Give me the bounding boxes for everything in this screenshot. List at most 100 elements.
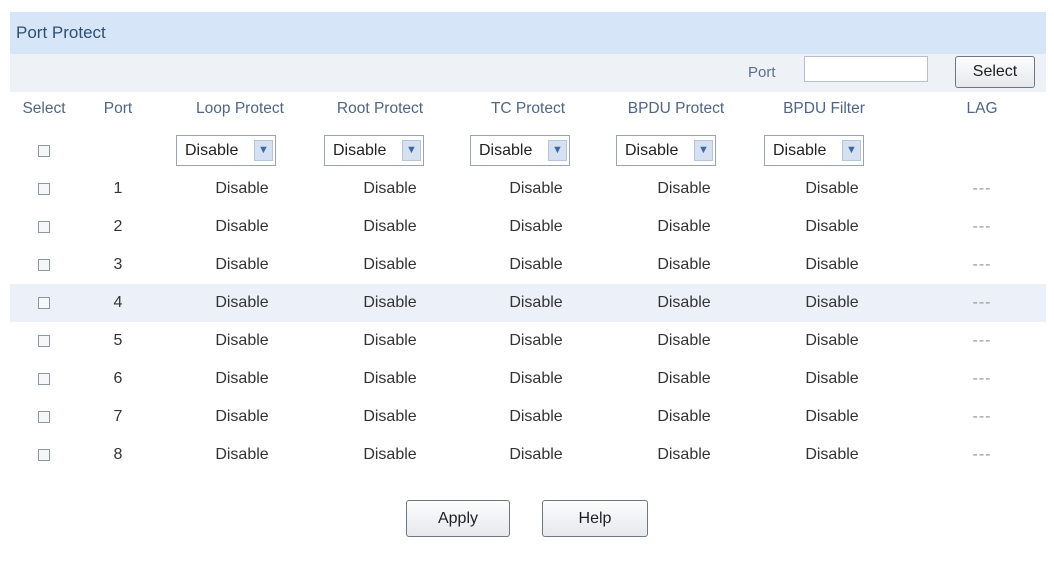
bpdu-protect-value: Disable	[657, 446, 711, 463]
bpdu-filter-value: Disable	[805, 218, 859, 235]
header-tc-protect: TC Protect	[490, 100, 566, 117]
panel-title: Port Protect	[10, 12, 1046, 54]
loop-protect-value: Disable	[215, 294, 269, 311]
batch-config-row: Disable ▼ Disable ▼ Disable ▼ Disable ▼ …	[10, 132, 1046, 170]
root-protect-value: Disable	[363, 332, 417, 349]
row-select-checkbox[interactable]	[38, 335, 50, 347]
port-table-body: 1 Disable Disable Disable Disable Disable --- 2…	[10, 170, 1046, 474]
root-protect-select[interactable]: Disable ▼	[324, 135, 424, 166]
header-root-protect: Root Protect	[336, 100, 424, 117]
chevron-down-icon: ▼	[548, 140, 567, 161]
action-bar: Apply Help	[10, 500, 1046, 540]
bpdu-protect-select[interactable]: Disable ▼	[616, 135, 716, 166]
chevron-down-icon: ▼	[842, 140, 861, 161]
tc-protect-value: Disable	[509, 294, 563, 311]
lag-value: ---	[972, 180, 992, 197]
row-select-checkbox[interactable]	[38, 373, 50, 385]
root-protect-select-value: Disable	[333, 142, 387, 159]
loop-protect-select[interactable]: Disable ▼	[176, 135, 276, 166]
table-row: 2 Disable Disable Disable Disable Disable ---	[10, 208, 1046, 246]
lag-value: ---	[972, 332, 992, 349]
port-number: 4	[113, 294, 123, 311]
bpdu-filter-value: Disable	[805, 180, 859, 197]
table-row: 7 Disable Disable Disable Disable Disable ---	[10, 398, 1046, 436]
lag-value: ---	[972, 256, 992, 273]
row-select-checkbox[interactable]	[38, 449, 50, 461]
loop-protect-value: Disable	[215, 332, 269, 349]
header-loop-protect: Loop Protect	[196, 100, 284, 117]
tc-protect-value: Disable	[509, 370, 563, 387]
header-port: Port	[103, 100, 133, 117]
root-protect-value: Disable	[363, 446, 417, 463]
lag-value: ---	[972, 408, 992, 425]
row-select-checkbox[interactable]	[38, 297, 50, 309]
bpdu-protect-value: Disable	[657, 332, 711, 349]
port-number: 6	[113, 370, 123, 387]
port-search-label: Port	[748, 64, 776, 81]
port-search-bar: Port Select	[10, 54, 1046, 92]
root-protect-value: Disable	[363, 218, 417, 235]
tc-protect-value: Disable	[509, 408, 563, 425]
loop-protect-select-value: Disable	[185, 142, 239, 159]
bpdu-protect-value: Disable	[657, 256, 711, 273]
tc-protect-select-value: Disable	[479, 142, 533, 159]
bpdu-filter-value: Disable	[805, 446, 859, 463]
bpdu-filter-select-value: Disable	[773, 142, 827, 159]
row-select-checkbox[interactable]	[38, 221, 50, 233]
help-button[interactable]: Help	[542, 500, 648, 537]
port-number: 3	[113, 256, 123, 273]
bpdu-filter-value: Disable	[805, 256, 859, 273]
row-select-checkbox[interactable]	[38, 411, 50, 423]
bpdu-protect-value: Disable	[657, 294, 711, 311]
lag-value: ---	[972, 218, 992, 235]
root-protect-value: Disable	[363, 294, 417, 311]
table-row: 3 Disable Disable Disable Disable Disable ---	[10, 246, 1046, 284]
table-row: 6 Disable Disable Disable Disable Disable ---	[10, 360, 1046, 398]
tc-protect-value: Disable	[509, 218, 563, 235]
port-search-input[interactable]	[804, 56, 928, 82]
header-lag: LAG	[966, 100, 998, 117]
tc-protect-value: Disable	[509, 256, 563, 273]
bpdu-filter-value: Disable	[805, 408, 859, 425]
table-row: 1 Disable Disable Disable Disable Disable ---	[10, 170, 1046, 208]
root-protect-value: Disable	[363, 408, 417, 425]
port-number: 8	[113, 446, 123, 463]
root-protect-value: Disable	[363, 370, 417, 387]
bpdu-protect-value: Disable	[657, 218, 711, 235]
port-number: 7	[113, 408, 123, 425]
bpdu-protect-value: Disable	[657, 370, 711, 387]
loop-protect-value: Disable	[215, 256, 269, 273]
bpdu-filter-select[interactable]: Disable ▼	[764, 135, 864, 166]
chevron-down-icon: ▼	[402, 140, 421, 161]
table-row: 8 Disable Disable Disable Disable Disable ---	[10, 436, 1046, 474]
loop-protect-value: Disable	[215, 180, 269, 197]
lag-value: ---	[972, 446, 992, 463]
header-bpdu-filter: BPDU Filter	[783, 100, 865, 117]
root-protect-value: Disable	[363, 180, 417, 197]
row-select-checkbox[interactable]	[38, 183, 50, 195]
lag-value: ---	[972, 370, 992, 387]
port-protect-panel: Port Protect Port Select Select Port Loo…	[10, 12, 1046, 537]
bpdu-filter-value: Disable	[805, 332, 859, 349]
table-header: Select Port Loop Protect Root Protect TC…	[10, 92, 1046, 132]
bpdu-protect-select-value: Disable	[625, 142, 679, 159]
tc-protect-value: Disable	[509, 332, 563, 349]
loop-protect-value: Disable	[215, 446, 269, 463]
header-bpdu-protect: BPDU Protect	[627, 100, 725, 117]
tc-protect-value: Disable	[509, 446, 563, 463]
loop-protect-value: Disable	[215, 370, 269, 387]
port-number: 5	[113, 332, 123, 349]
chevron-down-icon: ▼	[254, 140, 273, 161]
port-number: 2	[113, 218, 123, 235]
select-all-checkbox[interactable]	[38, 145, 50, 157]
bpdu-filter-value: Disable	[805, 370, 859, 387]
table-row: 5 Disable Disable Disable Disable Disable ---	[10, 322, 1046, 360]
tc-protect-select[interactable]: Disable ▼	[470, 135, 570, 166]
row-select-checkbox[interactable]	[38, 259, 50, 271]
bpdu-protect-value: Disable	[657, 180, 711, 197]
chevron-down-icon: ▼	[694, 140, 713, 161]
select-port-button[interactable]: Select	[955, 56, 1035, 88]
port-number: 1	[113, 180, 123, 197]
apply-button[interactable]: Apply	[406, 500, 510, 537]
lag-value: ---	[972, 294, 992, 311]
